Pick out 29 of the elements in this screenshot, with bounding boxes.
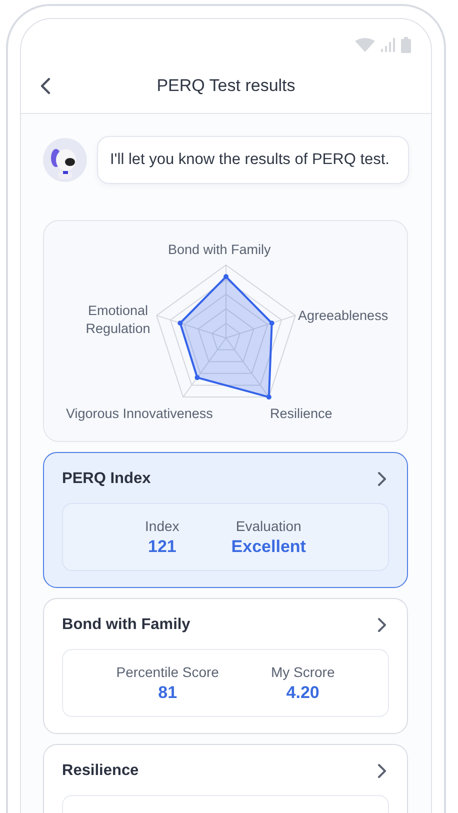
wifi-icon — [355, 38, 375, 52]
result-card[interactable]: PERQ Index Index 121 Evaluation Excellent — [43, 452, 408, 588]
card-title: PERQ Index — [62, 470, 151, 488]
avatar — [43, 138, 87, 182]
chat-bubble: I'll let you know the results of PERQ test. — [97, 136, 409, 184]
chevron-right-icon — [377, 471, 387, 487]
stat-label: Evaluation — [236, 518, 302, 534]
result-card[interactable]: Resilience — [43, 744, 408, 813]
battery-icon — [401, 37, 411, 53]
card-title: Bond with Family — [62, 616, 190, 634]
axis-label: Emotional Regulation — [84, 302, 152, 338]
stat-value: Excellent — [231, 536, 306, 556]
stat-value: 121 — [148, 536, 176, 556]
stat-label: My Scrore — [270, 664, 335, 680]
back-button[interactable] — [39, 76, 53, 96]
result-card[interactable]: Bond with Family Percentile Score 81 My Scrore 4.20 — [43, 598, 408, 734]
card-title: Resilience — [62, 762, 139, 780]
chevron-right-icon — [377, 763, 387, 779]
chevron-right-icon — [377, 617, 387, 633]
stat-value: 81 — [158, 682, 178, 702]
screen-title: PERQ Test results — [156, 76, 296, 96]
axis-label: Vigorous Innovativeness — [66, 405, 213, 423]
stat-label: Index — [145, 518, 180, 534]
axis-label: Agreeableness — [298, 307, 388, 325]
axis-label: Resilience — [270, 405, 332, 423]
stat-value: 4.20 — [286, 682, 320, 702]
axis-label: Bond with Family — [168, 241, 271, 259]
signal-icon — [381, 38, 395, 52]
stat-label: Percentile Score — [116, 664, 219, 680]
